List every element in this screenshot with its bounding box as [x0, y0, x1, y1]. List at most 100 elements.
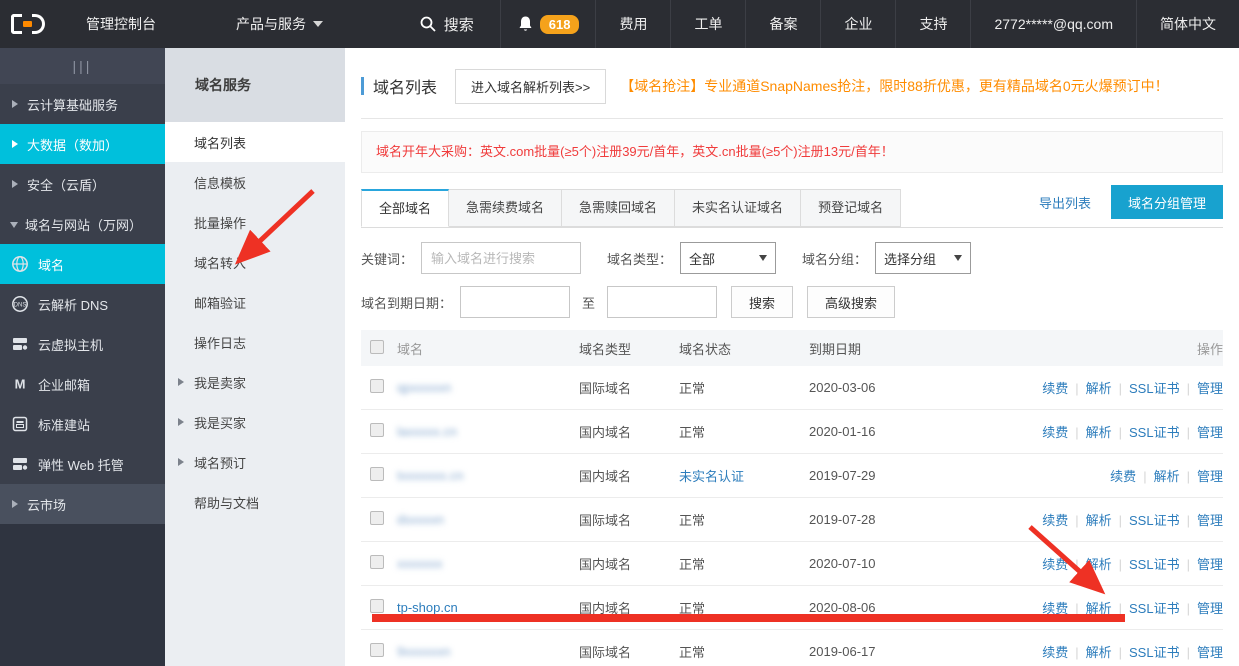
submenu-item-8[interactable]: 域名预订 [165, 442, 345, 482]
nav-item-1[interactable]: 工单 [670, 0, 745, 48]
sidebar-item-6[interactable]: 云虚拟主机 [0, 324, 165, 364]
action-link-管理[interactable]: 管理 [1197, 645, 1223, 660]
action-link-管理[interactable]: 管理 [1197, 425, 1223, 440]
sidebar-item-9[interactable]: 弹性 Web 托管 [0, 444, 165, 484]
action-link-续费[interactable]: 续费 [1042, 513, 1068, 528]
sidebar-item-3[interactable]: 域名与网站（万网） [0, 204, 165, 244]
action-link-续费[interactable]: 续费 [1042, 425, 1068, 440]
sidebar-item-0[interactable]: 云计算基础服务 [0, 84, 165, 124]
keyword-input[interactable] [421, 242, 581, 274]
action-link-管理[interactable]: 管理 [1197, 513, 1223, 528]
export-list-link[interactable]: 导出列表 [1039, 193, 1091, 212]
hosting-icon [10, 454, 30, 474]
action-link-SSL证书[interactable]: SSL证书 [1129, 557, 1180, 572]
action-link-解析[interactable]: 解析 [1154, 469, 1180, 484]
submenu-item-9[interactable]: 帮助与文档 [165, 482, 345, 522]
sidebar-item-8[interactable]: 标准建站 [0, 404, 165, 444]
nav-search[interactable]: 搜索 [394, 0, 500, 48]
action-link-管理[interactable]: 管理 [1197, 469, 1223, 484]
domain-link[interactable]: xxxxxxx [397, 556, 443, 571]
domain-link[interactable]: tp-shop.cn [397, 600, 458, 615]
submenu-item-3[interactable]: 域名转入 [165, 242, 345, 282]
actions-cell: 续费|解析|SSL证书|管理 [1042, 422, 1223, 441]
submenu-item-5[interactable]: 操作日志 [165, 322, 345, 362]
action-link-SSL证书[interactable]: SSL证书 [1129, 645, 1180, 660]
action-link-续费[interactable]: 续费 [1042, 557, 1068, 572]
action-link-解析[interactable]: 解析 [1086, 645, 1112, 660]
submenu-item-2[interactable]: 批量操作 [165, 202, 345, 242]
action-link-SSL证书[interactable]: SSL证书 [1129, 381, 1180, 396]
domain-link[interactable]: laxxxxx.cn [397, 424, 457, 439]
action-link-管理[interactable]: 管理 [1197, 601, 1223, 616]
action-link-解析[interactable]: 解析 [1086, 557, 1112, 572]
sidebar-item-2[interactable]: 安全（云盾） [0, 164, 165, 204]
action-link-管理[interactable]: 管理 [1197, 557, 1223, 572]
row-checkbox[interactable] [370, 643, 384, 657]
tab-2[interactable]: 急需赎回域名 [562, 189, 675, 227]
action-link-续费[interactable]: 续费 [1042, 645, 1068, 660]
action-link-解析[interactable]: 解析 [1086, 425, 1112, 440]
expire-date-from-input[interactable] [460, 286, 570, 318]
nav-products-menu[interactable]: 产品与服务 [214, 14, 345, 34]
aliyun-logo-icon[interactable] [0, 14, 56, 34]
promo-orange-link[interactable]: 【域名抢注】专业通道SnapNames抢注，限时88折优惠，更有精品域名0元火爆… [620, 76, 1168, 96]
nav-item-4[interactable]: 支持 [895, 0, 970, 48]
submenu-item-label: 操作日志 [194, 333, 246, 352]
domain-status[interactable]: 未实名认证 [679, 469, 744, 484]
select-all-checkbox[interactable] [370, 340, 384, 354]
nav-item-3[interactable]: 企业 [820, 0, 895, 48]
enter-dns-list-button[interactable]: 进入域名解析列表>> [455, 69, 606, 104]
nav-language[interactable]: 简体中文 [1136, 0, 1239, 48]
nav-console[interactable]: 管理控制台 [62, 14, 180, 34]
row-checkbox[interactable] [370, 467, 384, 481]
search-button[interactable]: 搜索 [731, 286, 793, 318]
tab-1[interactable]: 急需续费域名 [449, 189, 562, 227]
action-link-解析[interactable]: 解析 [1086, 381, 1112, 396]
sidebar-item-5[interactable]: DNS云解析 DNS [0, 284, 165, 324]
row-checkbox[interactable] [370, 379, 384, 393]
domain-type-select[interactable]: 全部 [680, 242, 776, 274]
submenu-item-0[interactable]: 域名列表 [165, 122, 345, 162]
submenu-item-4[interactable]: 邮箱验证 [165, 282, 345, 322]
domain-group-manage-button[interactable]: 域名分组管理 [1111, 185, 1223, 219]
tab-3[interactable]: 未实名认证域名 [675, 189, 801, 227]
nav-item-2[interactable]: 备案 [745, 0, 820, 48]
domain-link[interactable]: 9xxxxxxn [397, 644, 450, 659]
action-link-管理[interactable]: 管理 [1197, 381, 1223, 396]
domain-status: 正常 [679, 513, 705, 528]
table-row: txxxxxxx.cn国内域名未实名认证2019-07-29续费|解析|管理 [361, 454, 1223, 498]
table-row: 9xxxxxxn国际域名正常2019-06-17续费|解析|SSL证书|管理 [361, 630, 1223, 666]
action-separator: | [1075, 425, 1078, 440]
action-link-SSL证书[interactable]: SSL证书 [1129, 425, 1180, 440]
submenu-item-6[interactable]: 我是卖家 [165, 362, 345, 402]
row-checkbox[interactable] [370, 555, 384, 569]
row-checkbox[interactable] [370, 599, 384, 613]
domain-group-select[interactable]: 选择分组 [875, 242, 971, 274]
row-checkbox[interactable] [370, 511, 384, 525]
nav-notifications[interactable]: 618 [500, 0, 596, 48]
domain-link[interactable]: txxxxxxx.cn [397, 468, 463, 483]
sidebar-item-4[interactable]: 域名 [0, 244, 165, 284]
submenu-item-1[interactable]: 信息模板 [165, 162, 345, 202]
action-link-续费[interactable]: 续费 [1110, 469, 1136, 484]
advanced-search-button[interactable]: 高级搜索 [807, 286, 895, 318]
sidebar-item-7[interactable]: M企业邮箱 [0, 364, 165, 404]
tab-0[interactable]: 全部域名 [361, 189, 449, 227]
tab-4[interactable]: 预登记域名 [801, 189, 901, 227]
submenu-item-7[interactable]: 我是买家 [165, 402, 345, 442]
nav-account[interactable]: 2772*****@qq.com [970, 0, 1136, 48]
action-link-解析[interactable]: 解析 [1086, 513, 1112, 528]
action-link-SSL证书[interactable]: SSL证书 [1129, 601, 1180, 616]
nav-item-0[interactable]: 费用 [595, 0, 670, 48]
action-link-SSL证书[interactable]: SSL证书 [1129, 513, 1180, 528]
sidebar-item-10[interactable]: 云市场 [0, 484, 165, 524]
sidebar-item-label: 云市场 [27, 495, 66, 514]
domain-link[interactable]: dsxxxxn [397, 512, 444, 527]
sidebar-collapse-button[interactable]: ||| [0, 48, 165, 84]
keyword-label: 关键词： [361, 249, 413, 268]
expire-date-to-input[interactable] [607, 286, 717, 318]
sidebar-item-1[interactable]: 大数据（数加） [0, 124, 165, 164]
action-link-续费[interactable]: 续费 [1042, 381, 1068, 396]
domain-link[interactable]: qpxxxxxn [397, 380, 451, 395]
row-checkbox[interactable] [370, 423, 384, 437]
